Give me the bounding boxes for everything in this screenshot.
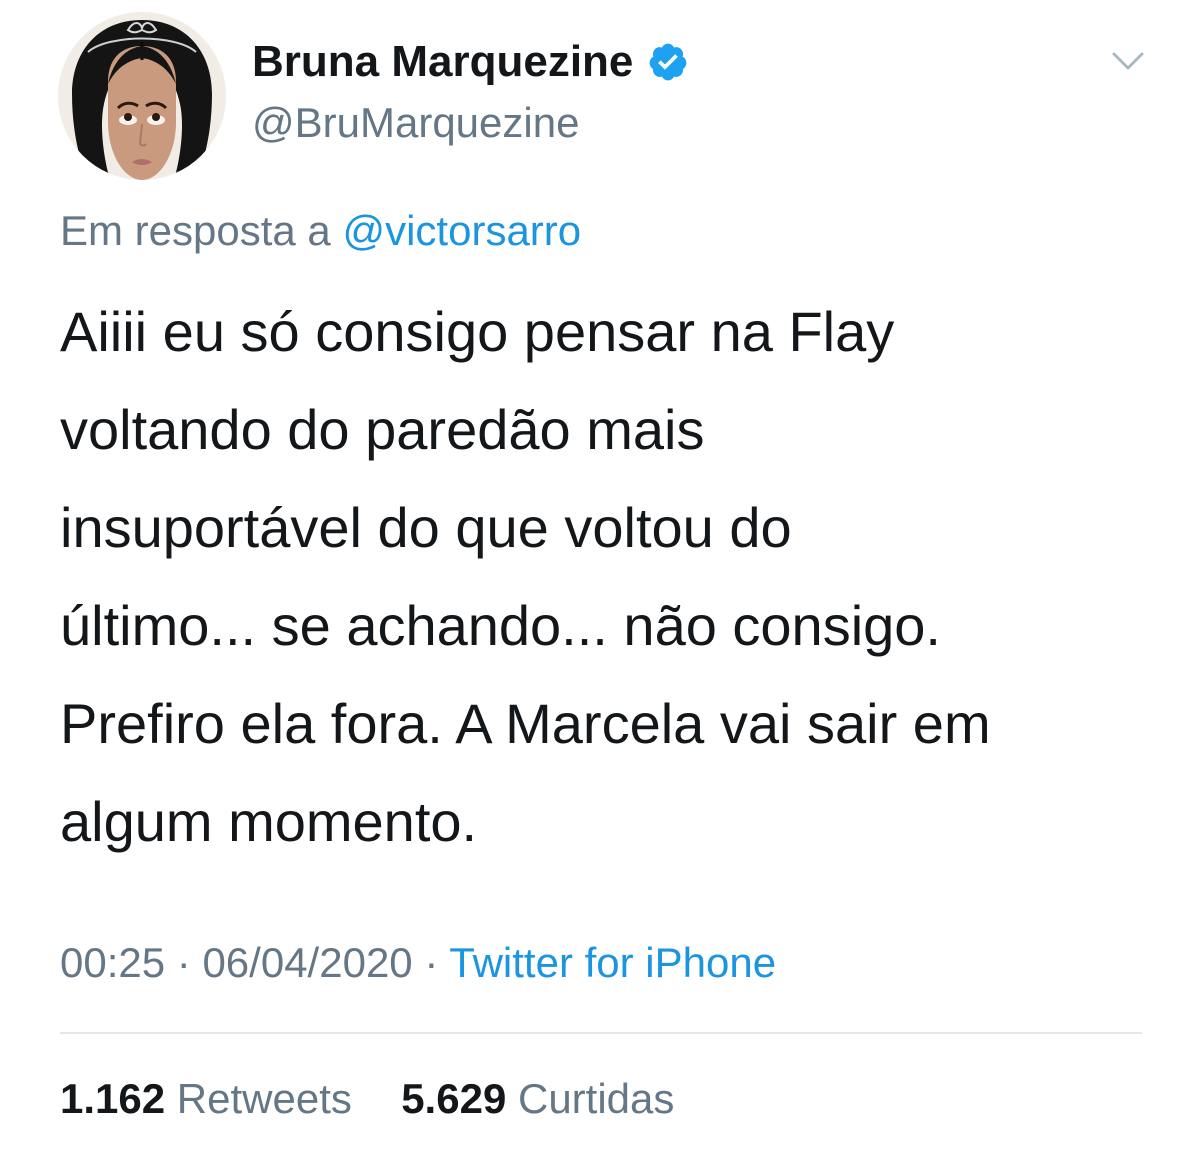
tweet-source-link[interactable]: Twitter for iPhone <box>449 939 776 986</box>
tweet-stats: 1.162 Retweets 5.629 Curtidas <box>60 1072 674 1126</box>
tweet-time[interactable]: 00:25 <box>60 939 165 986</box>
tweet-line: algum momento. <box>60 790 478 853</box>
verified-badge-icon <box>647 41 689 83</box>
tweet-line: último... se achando... não consigo. <box>60 594 941 657</box>
tweet-meta: 00:25 · 06/04/2020 · Twitter for iPhone <box>60 936 776 990</box>
user-handle[interactable]: @BruMarquezine <box>252 98 579 148</box>
chevron-down-icon[interactable] <box>1106 44 1150 80</box>
meta-separator: · <box>176 939 191 986</box>
divider <box>60 1032 1142 1034</box>
tweet-line: voltando do paredão mais <box>60 398 705 461</box>
retweets-label: Retweets <box>176 1075 352 1122</box>
display-name-row[interactable]: Bruna Marquezine <box>252 36 689 88</box>
likes-count: 5.629 <box>401 1075 507 1122</box>
tweet-line: insuportável do que voltou do <box>60 496 792 559</box>
tweet-line: Prefiro ela fora. A Marcela vai sair em <box>60 692 991 755</box>
reply-mention-link[interactable]: @victorsarro <box>342 207 581 254</box>
tweet-date[interactable]: 06/04/2020 <box>202 939 412 986</box>
likes-stat[interactable]: 5.629 Curtidas <box>401 1075 674 1122</box>
reply-prefix: Em resposta a <box>60 207 331 254</box>
avatar-image <box>58 12 226 180</box>
tweet-line: Aiiii eu só consigo pensar na Flay <box>60 300 895 363</box>
avatar[interactable] <box>58 12 226 180</box>
display-name[interactable]: Bruna Marquezine <box>252 36 633 88</box>
reply-context: Em resposta a @victorsarro <box>60 205 581 257</box>
meta-separator: · <box>424 939 439 986</box>
retweets-stat[interactable]: 1.162 Retweets <box>60 1075 364 1122</box>
likes-label: Curtidas <box>517 1075 675 1122</box>
tweet-text: Aiiii eu só consigo pensar na Flay volta… <box>60 283 1160 871</box>
retweets-count: 1.162 <box>60 1075 166 1122</box>
